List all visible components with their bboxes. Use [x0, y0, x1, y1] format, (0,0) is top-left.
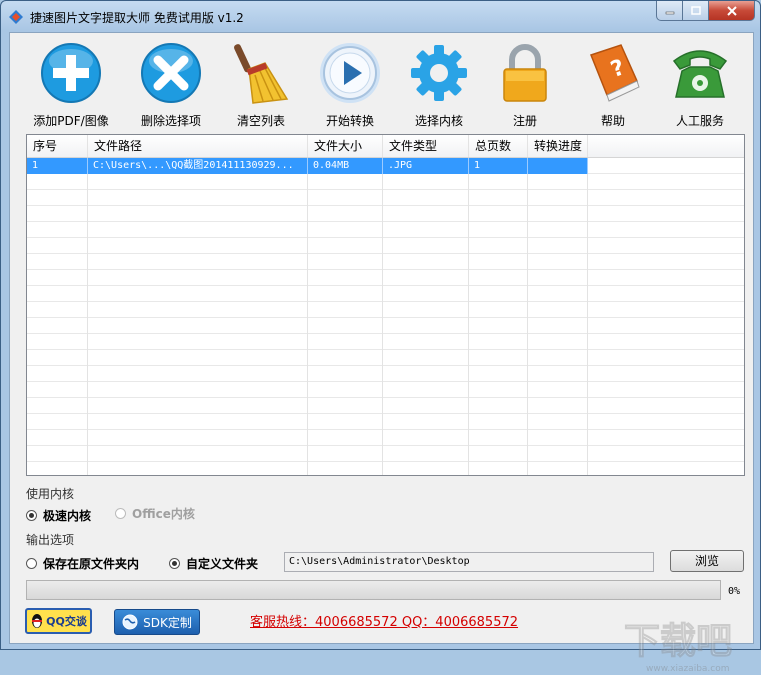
- broom-icon: [234, 44, 289, 104]
- column-divider: [468, 158, 469, 475]
- column-divider: [307, 158, 308, 475]
- window-title: 捷速图片文字提取大师 免费试用版 v1.2: [30, 11, 244, 25]
- radio-indicator: [115, 508, 126, 519]
- gear-icon: [411, 45, 467, 101]
- xiazaiba-watermark: 下载吧 www.xiazaiba.com: [624, 621, 733, 675]
- browse-button[interactable]: 浏览: [670, 550, 744, 572]
- delete-selected-button[interactable]: 删除选择项: [126, 41, 216, 129]
- cell-type: .JPG: [383, 158, 469, 174]
- column-header-index[interactable]: 序号: [27, 135, 88, 157]
- register-button[interactable]: 注册: [480, 41, 570, 129]
- clear-list-button[interactable]: 清空列表: [216, 41, 306, 129]
- minimize-button[interactable]: [656, 1, 683, 21]
- app-window: 捷速图片文字提取大师 免费试用版 v1.2 添加PDF/图像 删除选择项 清空列…: [0, 0, 761, 674]
- column-divider: [587, 158, 588, 475]
- column-header-pages[interactable]: 总页数: [469, 135, 528, 157]
- column-header-path[interactable]: 文件路径: [88, 135, 308, 157]
- human-service-label: 人工服务: [675, 114, 724, 128]
- maximize-icon: [690, 5, 701, 15]
- help-button[interactable]: ? 帮助: [568, 41, 658, 129]
- file-list-header: 序号 文件路径 文件大小 文件类型 总页数 转换进度: [27, 135, 744, 158]
- delete-x-icon: [141, 43, 201, 103]
- column-header-progress[interactable]: 转换进度: [528, 135, 588, 157]
- engine-office-radio[interactable]: Office内核: [115, 505, 195, 522]
- cell-size: 0.04MB: [308, 158, 383, 174]
- add-plus-icon: [41, 43, 101, 103]
- conversion-progress-bar: [26, 580, 721, 600]
- column-divider: [382, 158, 383, 475]
- sdk-custom-label: SDK定制: [143, 615, 192, 630]
- engine-fast-radio[interactable]: 极速内核: [26, 507, 91, 524]
- close-icon: [726, 5, 737, 16]
- column-header-type[interactable]: 文件类型: [383, 135, 469, 157]
- cell-path: C:\Users\...\QQ截图201411130929...: [88, 158, 308, 174]
- start-convert-button[interactable]: 开始转换: [305, 41, 395, 129]
- start-convert-label: 开始转换: [325, 114, 374, 128]
- cell-pages: 1: [469, 158, 528, 174]
- help-book-icon: ?: [590, 44, 640, 102]
- select-engine-button[interactable]: 选择内核: [394, 41, 484, 129]
- qq-chat-button[interactable]: QQ交谈: [25, 608, 92, 634]
- add-pdf-image-button[interactable]: 添加PDF/图像: [26, 41, 116, 129]
- radio-indicator: [26, 558, 37, 569]
- sdk-custom-button[interactable]: SDK定制: [114, 609, 200, 635]
- cell-index: 1: [27, 158, 88, 174]
- help-label: 帮助: [600, 114, 625, 128]
- toolbar: 添加PDF/图像 删除选择项 清空列表 开始转换 选择内核 注册 ? 帮助 人工…: [10, 33, 753, 131]
- app-logo-icon: [9, 10, 23, 24]
- radio-indicator: [26, 510, 37, 521]
- column-header-size[interactable]: 文件大小: [308, 135, 383, 157]
- output-folder-field[interactable]: C:\Users\Administrator\Desktop: [284, 552, 654, 572]
- clear-list-label: 清空列表: [236, 114, 285, 128]
- engine-fast-label: 极速内核: [43, 509, 92, 523]
- file-list[interactable]: 序号 文件路径 文件大小 文件类型 总页数 转换进度 1 C:\Users\..…: [26, 134, 745, 476]
- human-service-button[interactable]: 人工服务: [655, 41, 745, 129]
- output-section-label: 输出选项: [26, 533, 75, 547]
- output-custom-folder-label: 自定义文件夹: [186, 557, 259, 571]
- register-label: 注册: [512, 114, 537, 128]
- table-row[interactable]: 1 C:\Users\...\QQ截图201411130929... 0.04M…: [27, 158, 588, 174]
- output-original-folder-label: 保存在原文件夹内: [43, 557, 140, 571]
- column-divider: [527, 158, 528, 475]
- cell-progress: [528, 158, 588, 174]
- service-hotline-link[interactable]: 客服热线：4006685572 QQ：4006685572: [250, 611, 518, 630]
- qq-penguin-icon: [32, 614, 43, 628]
- engine-section-label: 使用内核: [26, 487, 75, 501]
- globe-icon: [122, 614, 138, 630]
- phone-icon: [672, 50, 728, 98]
- engine-office-label: Office内核: [132, 507, 195, 521]
- svg-text:www.xiazaiba.com: www.xiazaiba.com: [646, 664, 730, 674]
- maximize-button[interactable]: [683, 1, 709, 21]
- column-divider: [87, 158, 88, 475]
- delete-selected-label: 删除选择项: [140, 114, 201, 128]
- minimize-icon: [665, 11, 674, 14]
- output-original-folder-radio[interactable]: 保存在原文件夹内: [26, 555, 139, 572]
- title-bar[interactable]: 捷速图片文字提取大师 免费试用版 v1.2: [1, 1, 760, 33]
- play-icon: [320, 43, 380, 103]
- lock-icon: [503, 44, 547, 102]
- output-custom-folder-radio[interactable]: 自定义文件夹: [169, 555, 258, 572]
- radio-indicator: [169, 558, 180, 569]
- qq-chat-label: QQ交谈: [46, 615, 87, 628]
- select-engine-label: 选择内核: [414, 114, 463, 128]
- add-pdf-image-label: 添加PDF/图像: [33, 114, 109, 128]
- svg-text:下载吧: 下载吧: [624, 621, 732, 662]
- close-button[interactable]: [709, 1, 755, 21]
- client-area: 添加PDF/图像 删除选择项 清空列表 开始转换 选择内核 注册 ? 帮助 人工…: [9, 32, 754, 674]
- file-list-body: [27, 158, 744, 475]
- progress-percent: 0%: [728, 586, 741, 597]
